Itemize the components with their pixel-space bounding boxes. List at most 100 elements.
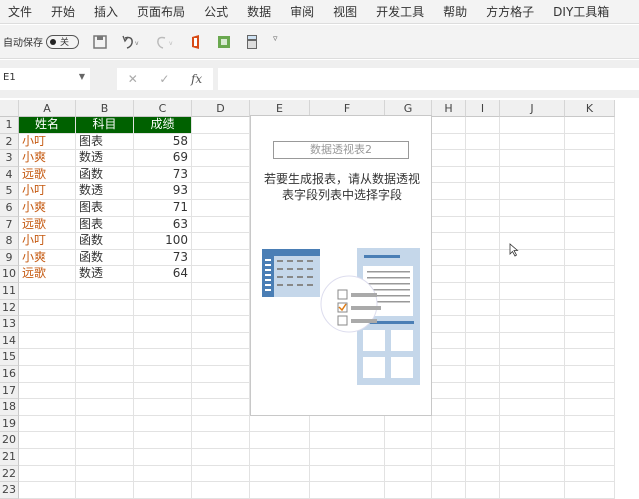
cell[interactable] xyxy=(134,316,192,333)
menu-item-2[interactable]: 插入 xyxy=(94,3,118,20)
cell[interactable] xyxy=(385,432,432,449)
cell[interactable] xyxy=(565,117,615,134)
cell[interactable] xyxy=(466,482,500,499)
row-header-22[interactable]: 22 xyxy=(0,465,19,483)
cell[interactable] xyxy=(432,166,466,184)
table-cell[interactable]: 小爽 xyxy=(19,200,76,217)
cell[interactable] xyxy=(192,200,250,217)
table-cell[interactable]: 63 xyxy=(134,216,192,234)
cell[interactable] xyxy=(466,266,500,283)
cell[interactable] xyxy=(466,449,500,466)
cell[interactable] xyxy=(565,465,615,483)
cell[interactable] xyxy=(500,299,565,317)
cell[interactable] xyxy=(432,200,466,217)
menu-item-11[interactable]: DIY工具箱 xyxy=(553,3,609,20)
cell[interactable] xyxy=(310,465,385,483)
cell[interactable] xyxy=(76,482,134,499)
cell[interactable] xyxy=(565,399,615,416)
cell[interactable] xyxy=(76,449,134,466)
cell[interactable] xyxy=(250,449,310,466)
cell[interactable] xyxy=(432,432,466,449)
cell[interactable] xyxy=(466,183,500,200)
cell[interactable] xyxy=(19,465,76,483)
row-header-18[interactable]: 18 xyxy=(0,399,19,416)
cell[interactable] xyxy=(432,183,466,200)
cell[interactable] xyxy=(134,465,192,483)
column-header-D[interactable]: D xyxy=(192,100,250,117)
cell[interactable] xyxy=(432,349,466,366)
cell[interactable] xyxy=(432,299,466,317)
table-cell[interactable]: 远歌 xyxy=(19,266,76,283)
cell[interactable] xyxy=(192,150,250,167)
table-cell[interactable]: 数透 xyxy=(76,266,134,283)
cell[interactable] xyxy=(134,399,192,416)
cell[interactable] xyxy=(500,382,565,400)
cell[interactable] xyxy=(565,200,615,217)
cell[interactable] xyxy=(385,415,432,433)
cell[interactable] xyxy=(19,332,76,350)
table-cell[interactable]: 远歌 xyxy=(19,166,76,184)
cell[interactable] xyxy=(76,465,134,483)
row-header-17[interactable]: 17 xyxy=(0,382,19,400)
cell[interactable] xyxy=(76,283,134,300)
cell[interactable] xyxy=(565,266,615,283)
cell[interactable] xyxy=(134,482,192,499)
cell[interactable] xyxy=(432,249,466,267)
cell[interactable] xyxy=(500,117,565,134)
cell[interactable] xyxy=(192,482,250,499)
select-all-corner[interactable] xyxy=(0,100,19,117)
cell[interactable] xyxy=(565,183,615,200)
cell[interactable] xyxy=(134,299,192,317)
cell[interactable] xyxy=(500,133,565,151)
cell[interactable] xyxy=(432,283,466,300)
cell[interactable] xyxy=(192,133,250,151)
menu-item-7[interactable]: 视图 xyxy=(333,3,357,20)
cell[interactable] xyxy=(500,216,565,234)
cell[interactable] xyxy=(76,299,134,317)
menu-item-6[interactable]: 审阅 xyxy=(290,3,314,20)
cell[interactable] xyxy=(76,349,134,366)
table-cell[interactable]: 函数 xyxy=(76,233,134,250)
column-header-J[interactable]: J xyxy=(500,100,565,117)
cell[interactable] xyxy=(500,332,565,350)
cell[interactable] xyxy=(19,432,76,449)
office-icon[interactable] xyxy=(189,34,203,50)
table-cell[interactable]: 远歌 xyxy=(19,216,76,234)
cell[interactable] xyxy=(432,117,466,134)
cell[interactable] xyxy=(192,349,250,366)
cell[interactable] xyxy=(134,283,192,300)
cell[interactable] xyxy=(565,366,615,383)
cell[interactable] xyxy=(466,249,500,267)
cell[interactable] xyxy=(565,249,615,267)
row-header-14[interactable]: 14 xyxy=(0,332,19,350)
cell[interactable] xyxy=(76,382,134,400)
table-cell[interactable]: 58 xyxy=(134,133,192,151)
row-header-8[interactable]: 8 xyxy=(0,233,19,250)
cell[interactable] xyxy=(466,399,500,416)
cell[interactable] xyxy=(19,415,76,433)
cell[interactable] xyxy=(500,415,565,433)
cell[interactable] xyxy=(565,482,615,499)
cell[interactable] xyxy=(466,465,500,483)
cell[interactable] xyxy=(19,449,76,466)
table-cell[interactable]: 数透 xyxy=(76,150,134,167)
cell[interactable] xyxy=(432,382,466,400)
cell[interactable] xyxy=(192,299,250,317)
check-icon[interactable]: ✓ xyxy=(159,72,169,86)
cell[interactable] xyxy=(250,482,310,499)
cell[interactable] xyxy=(565,449,615,466)
menu-item-8[interactable]: 开发工具 xyxy=(376,3,424,20)
table-cell[interactable]: 小爽 xyxy=(19,150,76,167)
cell[interactable] xyxy=(192,117,250,134)
cell[interactable] xyxy=(19,316,76,333)
cell[interactable] xyxy=(500,183,565,200)
cell[interactable] xyxy=(466,233,500,250)
cell[interactable] xyxy=(192,266,250,283)
cell[interactable] xyxy=(76,432,134,449)
table-cell[interactable]: 64 xyxy=(134,266,192,283)
cell[interactable] xyxy=(565,332,615,350)
menu-item-5[interactable]: 数据 xyxy=(247,3,271,20)
cell[interactable] xyxy=(192,382,250,400)
cell[interactable] xyxy=(466,166,500,184)
function-icon[interactable]: fx xyxy=(191,72,202,86)
